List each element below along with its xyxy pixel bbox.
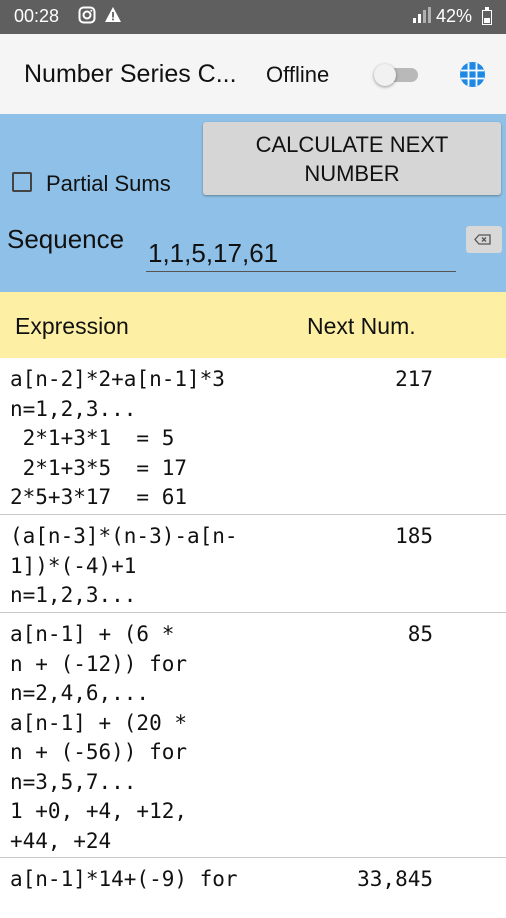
partial-sums-label[interactable]: Partial Sums bbox=[46, 171, 171, 197]
calculate-next-button[interactable]: CALCULATE NEXT NUMBER bbox=[203, 122, 501, 195]
list-item[interactable]: a[n-2]*2+a[n-1]*3 n=1,2,3... 2*1+3*1 = 5… bbox=[0, 358, 506, 515]
status-time: 00:28 bbox=[14, 6, 60, 26]
results-header: Expression Next Num. bbox=[0, 292, 506, 358]
app-title: Number Series C... bbox=[24, 60, 237, 88]
list-item[interactable]: (a[n-3]*(n-3)-a[n- 1])*(-4)+1 n=1,2,3...… bbox=[0, 515, 506, 613]
row-expression: a[n-1] + (6 * n + (-12)) for n=2,4,6,...… bbox=[10, 622, 188, 853]
instagram-icon bbox=[78, 6, 96, 29]
list-item[interactable]: a[n-1]*14+(-9) for 33,845 bbox=[0, 858, 506, 918]
globe-icon[interactable] bbox=[459, 61, 486, 88]
status-bar: 00:28 42% bbox=[0, 0, 506, 34]
calculate-button-label: CALCULATE NEXT NUMBER bbox=[255, 131, 449, 186]
offline-label: Offline bbox=[266, 62, 330, 87]
list-item[interactable]: a[n-1] + (6 * n + (-12)) for n=2,4,6,...… bbox=[0, 613, 506, 858]
column-next-number: Next Num. bbox=[307, 313, 416, 339]
battery-icon bbox=[482, 7, 492, 25]
sequence-input[interactable]: 1,1,5,17,61 bbox=[146, 234, 456, 272]
row-next-number: 217 bbox=[395, 367, 433, 391]
battery-percent: 42% bbox=[435, 6, 472, 26]
row-next-number: 85 bbox=[407, 622, 433, 646]
signal-icon bbox=[412, 6, 432, 29]
partial-sums-checkbox[interactable] bbox=[12, 172, 32, 192]
backspace-icon bbox=[474, 234, 491, 245]
sequence-label: Sequence bbox=[7, 224, 125, 254]
results-list[interactable]: a[n-2]*2+a[n-1]*3 n=1,2,3... 2*1+3*1 = 5… bbox=[0, 358, 506, 918]
toggle-thumb bbox=[374, 64, 396, 86]
row-next-number: 33,845 bbox=[357, 867, 433, 891]
row-next-number: 185 bbox=[395, 524, 433, 548]
control-panel: CALCULATE NEXT NUMBER Partial Sums Seque… bbox=[0, 114, 506, 292]
offline-toggle[interactable] bbox=[374, 64, 418, 86]
warning-icon bbox=[104, 6, 122, 29]
column-expression: Expression bbox=[15, 313, 129, 339]
clear-sequence-button[interactable] bbox=[466, 226, 502, 253]
app-bar: Number Series C... Offline bbox=[0, 34, 506, 115]
